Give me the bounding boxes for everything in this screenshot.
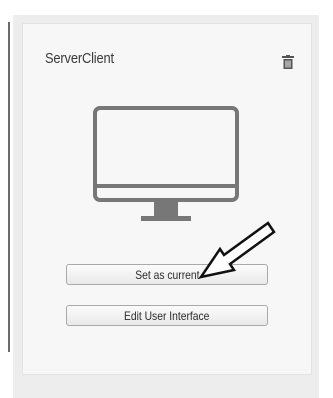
- set-as-current-label: Set as current: [134, 267, 200, 282]
- edit-user-interface-button[interactable]: Edit User Interface: [66, 305, 268, 326]
- trash-icon[interactable]: [282, 55, 294, 69]
- pointer-arrow-annotation: [198, 221, 276, 279]
- server-client-card[interactable]: ServerClient Set as current Edit User In…: [22, 23, 312, 375]
- card-title: ServerClient: [45, 50, 114, 67]
- page: ServerClient Set as current Edit User In…: [0, 0, 333, 398]
- edit-user-interface-label: Edit User Interface: [124, 308, 210, 323]
- monitor-icon: [93, 106, 239, 221]
- left-divider: [8, 22, 10, 352]
- outer-panel: ServerClient Set as current Edit User In…: [13, 15, 319, 398]
